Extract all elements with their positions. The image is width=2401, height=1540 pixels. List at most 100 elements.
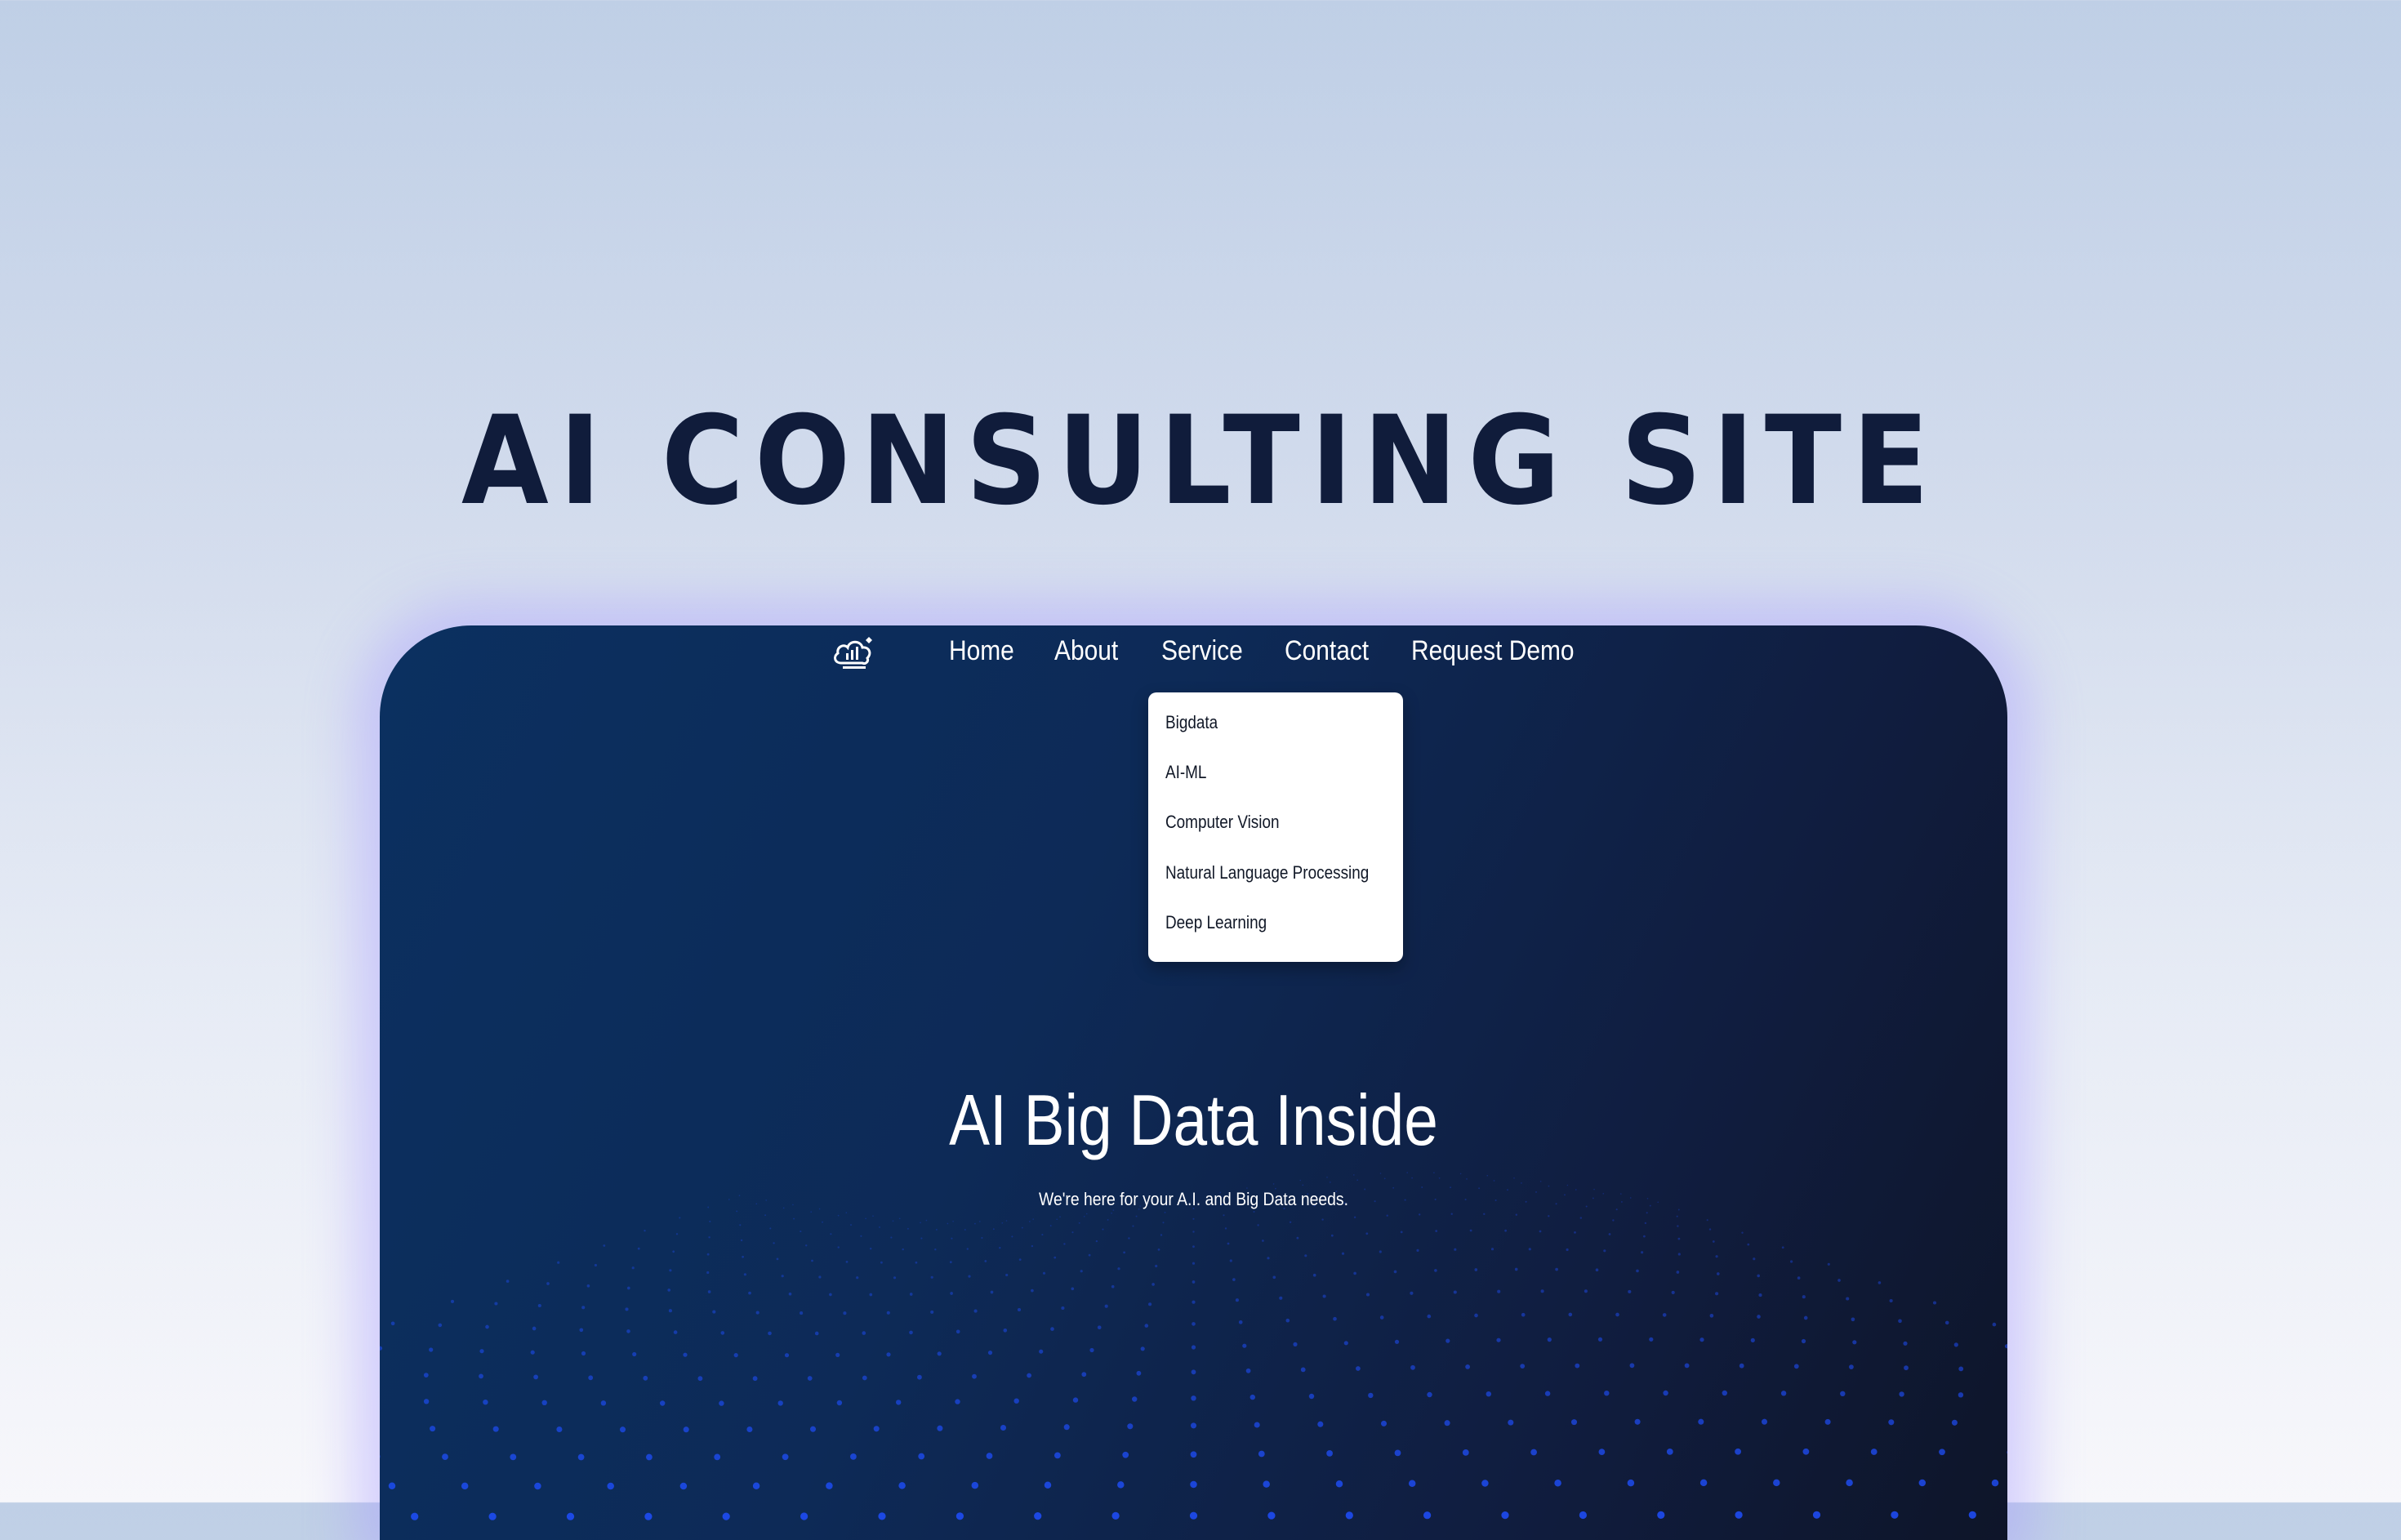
background-dot (1368, 1393, 1373, 1398)
background-dot (1190, 1481, 1196, 1488)
background-dot (1678, 1253, 1681, 1255)
background-dot (1192, 1280, 1196, 1284)
background-dot (1192, 1218, 1194, 1220)
background-dot (744, 1273, 746, 1275)
background-dot (837, 1400, 842, 1405)
background-dot (1111, 1512, 1119, 1520)
background-dot (1709, 1228, 1711, 1230)
background-dot (483, 1400, 488, 1404)
background-dot (669, 1269, 671, 1271)
navbar: Home About Service Contact Request Demo (380, 625, 2007, 683)
dropdown-item-computer-vision[interactable]: Computer Vision (1165, 812, 1280, 833)
background-dot (1446, 1339, 1450, 1343)
background-dot (1891, 1511, 1898, 1519)
nav-about[interactable]: About (1054, 635, 1118, 667)
background-dot (837, 1246, 839, 1248)
background-dot (1677, 1216, 1678, 1217)
background-dot (1849, 1364, 1854, 1369)
background-dot (862, 1376, 867, 1381)
nav-home[interactable]: Home (949, 635, 1014, 667)
dropdown-item-bigdata[interactable]: Bigdata (1165, 712, 1218, 733)
background-dot (708, 1236, 710, 1238)
background-dot (706, 1271, 709, 1274)
background-dot (531, 1351, 535, 1355)
background-dot (1919, 1480, 1926, 1486)
background-dot (1005, 1274, 1008, 1276)
background-dot (974, 1223, 976, 1225)
background-dot (811, 1260, 813, 1262)
background-dot (1258, 1451, 1265, 1458)
dropdown-item-deep-learning[interactable]: Deep Learning (1165, 912, 1267, 933)
background-dot (1628, 1290, 1631, 1293)
background-dot (886, 1352, 890, 1356)
background-dot (1521, 1313, 1526, 1317)
background-dot (1041, 1234, 1043, 1235)
background-dot (1878, 1281, 1882, 1284)
background-dot (822, 1222, 823, 1223)
background-dot (1061, 1306, 1064, 1310)
dropdown-item-nlp[interactable]: Natural Language Processing (1165, 862, 1369, 883)
background-dot (1236, 1298, 1239, 1302)
background-dot (1758, 1293, 1762, 1297)
background-dot (1871, 1449, 1878, 1455)
background-dot (1707, 1219, 1708, 1221)
background-dot (907, 1228, 909, 1230)
background-dot (644, 1513, 652, 1520)
background-dot (1483, 1213, 1485, 1215)
background-dot (625, 1307, 628, 1311)
background-dot (800, 1311, 803, 1315)
background-dot (601, 1400, 606, 1405)
background-dot (1225, 1227, 1227, 1229)
background-dot (1649, 1337, 1653, 1342)
background-dot (667, 1289, 670, 1292)
background-dot (1735, 1449, 1741, 1455)
nav-contact[interactable]: Contact (1285, 635, 1369, 667)
background-dot (1579, 1511, 1587, 1519)
background-dot (2005, 1344, 2007, 1348)
background-dot (587, 1284, 590, 1288)
background-dot (1356, 1179, 1358, 1181)
background-dot (451, 1300, 454, 1303)
background-dot (1521, 1182, 1522, 1184)
background-dot (1003, 1329, 1007, 1333)
background-dot (1071, 1231, 1073, 1233)
background-dot (1584, 1289, 1588, 1293)
background-dot (930, 1311, 933, 1314)
background-dot (835, 1353, 840, 1357)
background-dot (785, 1353, 789, 1357)
background-dot (1394, 1271, 1397, 1274)
cloud-analytics-logo-icon[interactable] (831, 635, 877, 673)
background-dot (931, 1276, 933, 1279)
background-dot (950, 1261, 952, 1263)
background-dot (581, 1351, 586, 1355)
background-dot (1641, 1251, 1643, 1253)
background-dot (1064, 1424, 1070, 1430)
background-dot (1645, 1222, 1646, 1224)
dropdown-item-ai-ml[interactable]: AI-ML (1165, 762, 1206, 783)
background-dot (1802, 1339, 1806, 1343)
background-dot (506, 1280, 510, 1283)
background-dot (1356, 1366, 1361, 1371)
nav-service[interactable]: Service (1161, 635, 1243, 667)
background-dot (1162, 1222, 1164, 1223)
background-dot (999, 1247, 1000, 1248)
background-dot (810, 1211, 812, 1213)
background-dot (1192, 1262, 1195, 1265)
background-dot (967, 1248, 969, 1249)
background-dot (870, 1248, 871, 1249)
background-dot (782, 1275, 784, 1277)
background-dot (1034, 1512, 1041, 1520)
background-dot (1346, 1511, 1353, 1519)
nav-request-demo[interactable]: Request Demo (1411, 635, 1575, 667)
background-dot (869, 1293, 872, 1297)
background-dot (1554, 1480, 1561, 1486)
background-dot (1191, 1395, 1196, 1400)
background-dot (389, 1483, 395, 1489)
background-dot (1111, 1213, 1112, 1214)
background-dot (1782, 1246, 1784, 1248)
background-dot (607, 1483, 613, 1489)
background-dot (1411, 1177, 1413, 1179)
background-dot (1267, 1511, 1275, 1519)
background-dot (1073, 1397, 1078, 1402)
background-dot (818, 1275, 821, 1278)
